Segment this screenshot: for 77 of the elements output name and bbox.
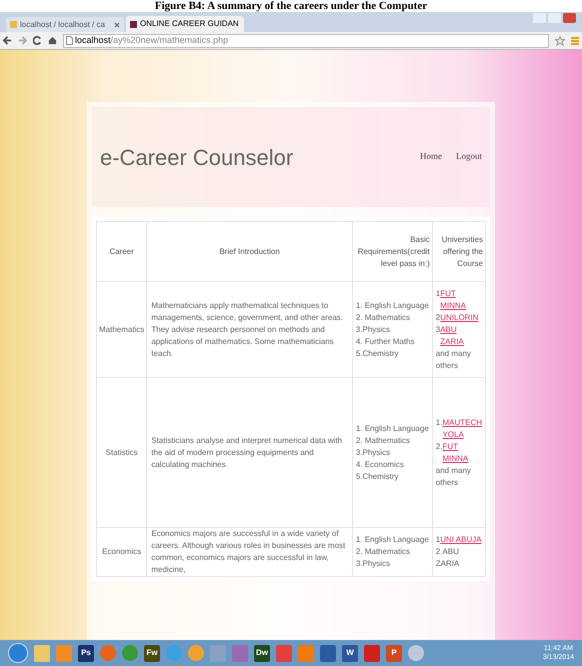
menu-icon[interactable] xyxy=(571,36,579,46)
app-icon[interactable]: Ps xyxy=(78,644,94,662)
app-icon[interactable]: W xyxy=(342,644,358,662)
list-number: 2 xyxy=(436,312,440,324)
list-number: 2. xyxy=(436,440,442,452)
app-icon[interactable]: P xyxy=(386,644,402,662)
requirement-item: 2. Mathematics xyxy=(356,546,412,558)
app-icon[interactable] xyxy=(100,645,116,661)
browser-tab[interactable]: localhost / localhost / ca xyxy=(6,17,124,32)
home-icon[interactable] xyxy=(48,36,57,45)
table-cell: Economics majors are successful in a wide variety of careers. Although various roles in businesses are most common, economics majors are successful in law, medicine, xyxy=(146,528,352,576)
requirement-item: 3.Physics xyxy=(356,558,392,570)
requirement-item: 2. Mathematics xyxy=(356,312,412,324)
university-link[interactable]: MAUTECH YOLA xyxy=(442,416,482,440)
table-cell: Mathematics xyxy=(96,282,147,378)
requirement-item: 4. Further Maths xyxy=(356,336,416,348)
minimize-icon[interactable] xyxy=(533,13,546,23)
forward-arrow-icon[interactable] xyxy=(18,36,27,45)
table-cell: Statistics xyxy=(96,378,147,528)
star-icon[interactable] xyxy=(555,36,565,46)
maximize-icon[interactable] xyxy=(548,13,561,23)
page-icon xyxy=(66,36,73,45)
nav-link[interactable]: Logout xyxy=(456,150,482,164)
app-icon[interactable] xyxy=(210,644,226,662)
start-orb-icon[interactable] xyxy=(8,643,28,663)
list-number: 3 xyxy=(436,324,440,336)
close-icon[interactable] xyxy=(114,22,120,28)
tab-favicon-icon xyxy=(130,20,137,28)
requirement-item: 5.Chemistry xyxy=(356,348,400,360)
requirement-item: 1. English Language xyxy=(356,422,429,434)
nav-link[interactable]: Home xyxy=(420,150,442,164)
requirement-item: 1. English Language xyxy=(356,534,429,546)
app-icon[interactable]: Fw xyxy=(144,644,160,662)
app-icon[interactable] xyxy=(166,645,182,661)
browser-tab[interactable]: ONLINE CAREER GUIDAN xyxy=(126,16,244,32)
app-icon[interactable]: Dw xyxy=(254,644,270,662)
column-header: Basic Requirements(credit level pass in:) xyxy=(352,222,432,282)
app-icon[interactable] xyxy=(364,644,380,662)
university-link[interactable]: FUT MINNA xyxy=(442,440,482,464)
reload-icon[interactable] xyxy=(33,36,42,45)
back-arrow-icon[interactable] xyxy=(3,36,12,45)
tab-favicon-icon xyxy=(10,21,17,28)
app-icon[interactable] xyxy=(34,644,50,662)
column-header: Universities offering the Course xyxy=(432,222,486,282)
list-number: 1. xyxy=(436,416,442,428)
requirement-item: 1. English Language xyxy=(356,300,429,312)
app-icon[interactable] xyxy=(276,644,292,662)
table-cell: Statisticians analyse and interpret numerical data with the aid of modern processing equipments and calculating machines. xyxy=(146,378,352,528)
university-link[interactable]: UNILORIN xyxy=(440,312,478,324)
table-cell: Mathematicians apply mathematical techniques to managements, science, government, and other areas. They advise research personnel on methods and applications of mathematics. Some mathematicians teach. xyxy=(146,282,352,378)
university-link[interactable]: FUT MINNA xyxy=(440,288,482,312)
university-note: and many others xyxy=(436,348,472,372)
requirement-item: 5.Chemistry xyxy=(356,470,400,482)
site-title: e-Career Counselor xyxy=(100,144,294,172)
app-icon[interactable] xyxy=(320,644,336,662)
requirement-item: 4. Economics xyxy=(356,458,405,470)
requirement-item: 3.Physics xyxy=(356,324,392,336)
table-cell: Economics xyxy=(96,528,147,576)
university-note: and many others xyxy=(436,464,472,488)
app-icon[interactable] xyxy=(408,645,424,661)
column-header: Career xyxy=(96,222,147,282)
university-note: 2.ABU ZARIA xyxy=(436,546,460,570)
university-link[interactable]: UNI ABUJA xyxy=(440,534,482,546)
column-header: Brief Introduction xyxy=(146,222,352,282)
list-number: 1 xyxy=(436,534,440,546)
list-number: 1 xyxy=(436,288,440,300)
document-caption: Figure B4: A summary of the careers under the Computer xyxy=(154,0,428,12)
app-icon[interactable] xyxy=(122,645,138,661)
close-icon[interactable] xyxy=(563,13,576,23)
requirement-item: 3.Physics xyxy=(356,446,392,458)
app-icon[interactable] xyxy=(188,645,204,661)
app-icon[interactable] xyxy=(232,644,248,662)
app-icon[interactable] xyxy=(56,644,72,662)
address-bar[interactable]: localhost/ay%20new/mathematics.php xyxy=(63,34,549,48)
university-link[interactable]: ABU ZARIA xyxy=(440,324,482,348)
requirement-item: 2. Mathematics xyxy=(356,434,412,446)
app-icon[interactable] xyxy=(298,644,314,662)
